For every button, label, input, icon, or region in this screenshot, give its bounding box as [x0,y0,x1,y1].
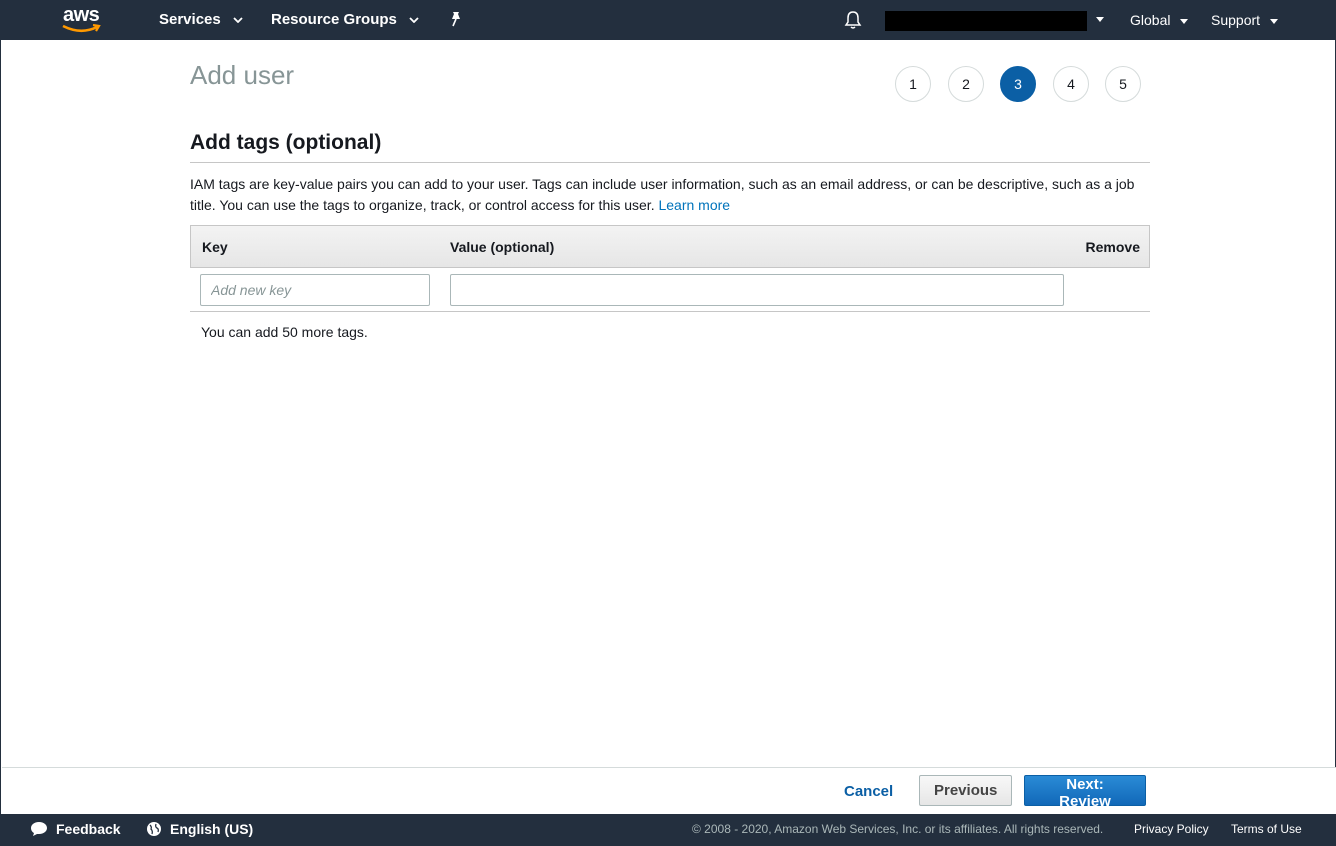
region-label: Global [1130,12,1171,28]
tags-table-header: Key Value (optional) Remove [190,225,1150,268]
speech-bubble-icon [31,821,47,836]
aws-logo[interactable]: aws [61,4,105,36]
pin-icon[interactable] [448,11,464,29]
next-review-button[interactable]: Next: Review [1024,775,1146,810]
chevron-down-icon [409,17,419,24]
learn-more-link[interactable]: Learn more [658,197,730,213]
section-divider [190,162,1150,163]
tags-table: Key Value (optional) Remove [190,225,1150,312]
services-label: Services [159,11,221,28]
notifications-bell-icon[interactable] [844,10,862,30]
feedback-label: Feedback [56,821,121,837]
terms-of-use-link[interactable]: Terms of Use [1231,814,1302,844]
feedback-button[interactable]: Feedback [30,814,121,846]
page-title: Add user [190,60,295,90]
remaining-tags-note: You can add 50 more tags. [201,324,368,340]
section-description: IAM tags are key-value pairs you can add… [190,174,1150,216]
table-row [190,268,1150,312]
language-label: English (US) [170,821,254,837]
language-selector[interactable]: English (US) [146,814,253,846]
privacy-policy-link[interactable]: Privacy Policy [1134,814,1209,844]
aws-smile-icon [62,24,101,33]
caret-down-icon [1269,18,1278,24]
tag-value-input[interactable] [450,274,1064,306]
cancel-button[interactable]: Cancel [844,783,893,800]
region-menu[interactable]: Global [1130,0,1189,40]
chevron-down-icon [233,17,243,24]
top-navigation: aws Services Resource Groups Global Supp… [1,0,1336,40]
wizard-step-5[interactable]: 5 [1105,66,1141,102]
wizard-step-2[interactable]: 2 [948,66,984,102]
wizard-step-3-active[interactable]: 3 [1000,66,1036,102]
caret-down-icon [1180,18,1189,24]
tag-key-input[interactable] [200,274,430,306]
services-menu[interactable]: Services [159,0,243,40]
resource-groups-menu[interactable]: Resource Groups [271,0,419,40]
key-column-header: Key [202,239,228,255]
caret-down-icon[interactable] [1096,17,1104,22]
globe-icon [147,821,161,836]
account-menu-redacted[interactable] [885,11,1087,31]
support-menu[interactable]: Support [1211,0,1278,40]
wizard-step-4[interactable]: 4 [1053,66,1089,102]
value-column-header: Value (optional) [450,239,555,255]
resource-groups-label: Resource Groups [271,11,397,28]
support-label: Support [1211,12,1261,28]
console-footer: Feedback English (US) © 2008 - 2020, Ama… [1,814,1336,846]
remove-column-header: Remove [1085,239,1140,255]
copyright-text: © 2008 - 2020, Amazon Web Services, Inc.… [692,822,1104,836]
section-title: Add tags (optional) [190,131,382,154]
previous-button[interactable]: Previous [919,775,1012,806]
wizard-step-1[interactable]: 1 [895,66,931,102]
